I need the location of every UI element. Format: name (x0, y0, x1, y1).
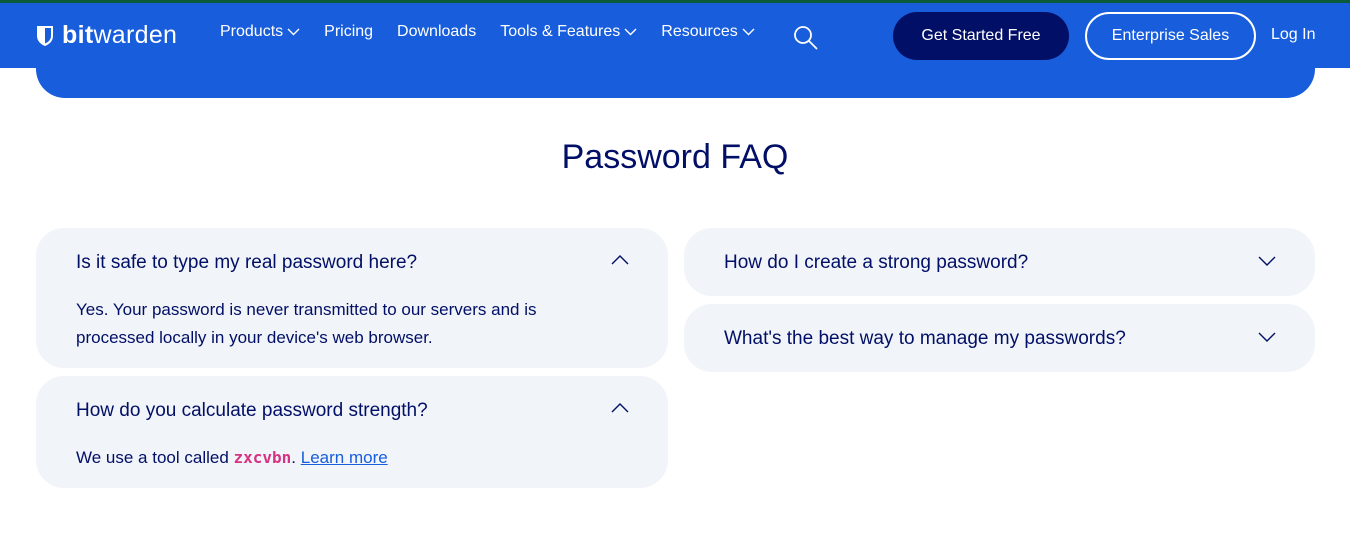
answer-period: . (291, 448, 297, 467)
answer-text: We use a tool called (76, 448, 234, 467)
nav-item-label: Pricing (324, 23, 374, 40)
nav-item-resources[interactable]: Resources (661, 23, 755, 41)
chevron-up-icon[interactable] (611, 402, 629, 413)
brand-name: bitwarden (62, 21, 178, 49)
faq-item-manage-passwords[interactable]: What's the best way to manage my passwor… (684, 304, 1315, 372)
faq-question[interactable]: What's the best way to manage my passwor… (724, 328, 1126, 350)
nav-item-label: Products (220, 23, 284, 40)
chevron-down-icon[interactable] (1258, 332, 1276, 343)
chevron-down-icon (742, 28, 755, 36)
bitwarden-logo[interactable]: bitwarden (36, 21, 177, 50)
faq-answer: Yes. Your password is never transmitted … (76, 300, 537, 347)
learn-more-link[interactable]: Learn more (301, 448, 388, 467)
nav-item-label: Resources (661, 23, 738, 40)
nav-item-downloads[interactable]: Downloads (397, 23, 476, 41)
nav-item-products[interactable]: Products (220, 23, 300, 41)
nav-menu: Products Pricing Downloads Tools & Featu… (220, 23, 779, 41)
zxcvbn-code: zxcvbn (233, 448, 292, 467)
faq-answer: We use a tool called zxcvbn. Learn more (76, 444, 388, 472)
main-navigation: bitwarden Products Pricing Downloads Too… (0, 3, 1350, 68)
faq-question[interactable]: How do I create a strong password? (724, 252, 1028, 274)
login-link[interactable]: Log In (1271, 26, 1315, 44)
nav-item-label: Downloads (397, 23, 477, 40)
faq-question[interactable]: Is it safe to type my real password here… (76, 252, 417, 274)
search-icon[interactable] (793, 25, 818, 50)
faq-item-password-strength: How do you calculate password strength? … (36, 376, 668, 488)
enterprise-sales-button[interactable]: Enterprise Sales (1085, 12, 1256, 60)
faq-question[interactable]: How do you calculate password strength? (76, 400, 428, 422)
get-started-free-button[interactable]: Get Started Free (893, 12, 1069, 60)
faq-item-create-strong-password[interactable]: How do I create a strong password? (684, 228, 1315, 296)
nav-item-pricing[interactable]: Pricing (324, 23, 373, 41)
nav-item-label: Tools & Features (500, 23, 621, 40)
chevron-down-icon (287, 28, 300, 36)
bitwarden-shield-icon (37, 25, 53, 46)
faq-item-safe-to-type: Is it safe to type my real password here… (36, 228, 668, 368)
chevron-up-icon[interactable] (611, 254, 629, 265)
chevron-down-icon (624, 28, 637, 36)
page-title: Password FAQ (561, 138, 789, 176)
nav-item-tools-features[interactable]: Tools & Features (500, 23, 637, 41)
chevron-down-icon[interactable] (1258, 256, 1276, 267)
